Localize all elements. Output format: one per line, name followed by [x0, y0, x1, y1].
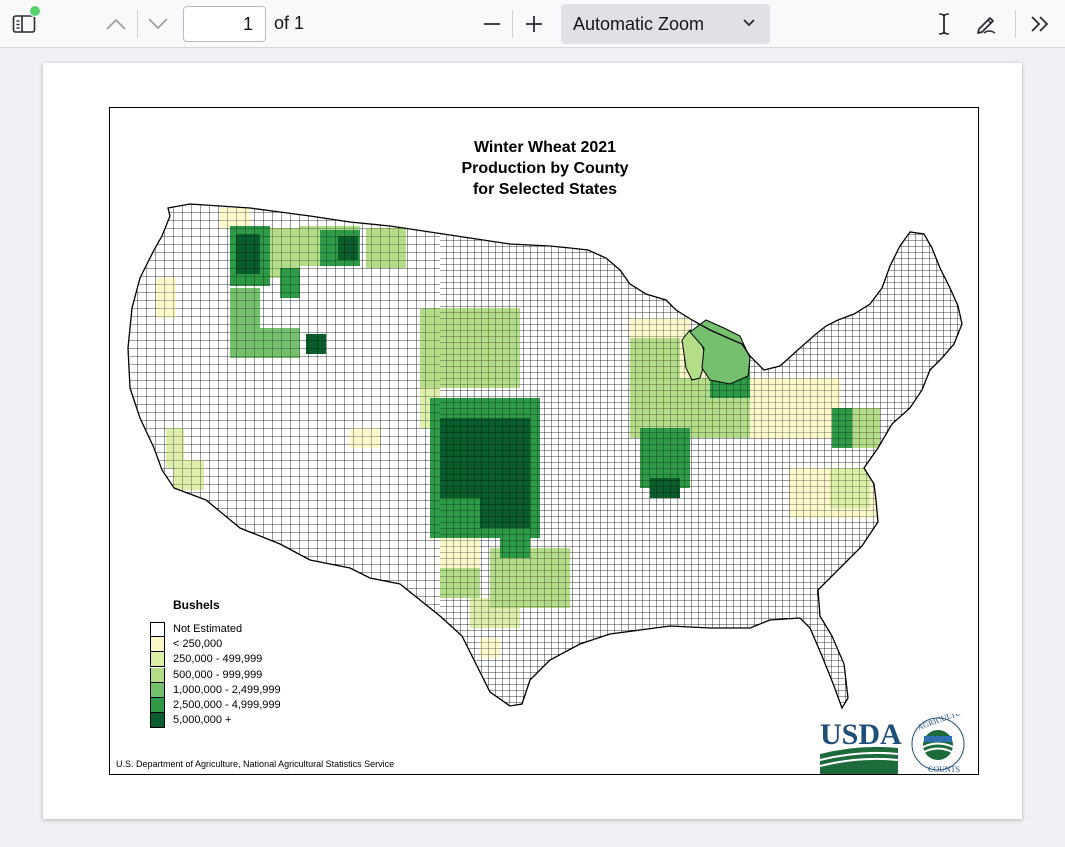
svg-text:COUNTS: COUNTS: [928, 765, 960, 774]
zoom-select-value: Automatic Zoom: [573, 14, 705, 34]
chevron-up-icon: [106, 18, 126, 30]
map-title-line-3: for Selected States: [472, 181, 618, 198]
toolbar-divider: [512, 10, 513, 38]
legend-label: 1,000,000 - 2,499,999: [173, 683, 281, 696]
sidebar-toggle-icon: [12, 15, 36, 33]
legend-title: Bushels: [173, 598, 220, 612]
pdf-toolbar: of 1 Automatic Zoom: [0, 0, 1065, 48]
legend-swatch: [150, 622, 165, 637]
text-cursor-icon: [938, 13, 950, 35]
legend-label: < 250,000: [173, 638, 223, 651]
legend-swatch: [150, 713, 165, 729]
draw-tool-button[interactable]: [970, 8, 1002, 40]
legend-label: 5,000,000 +: [173, 714, 232, 727]
pdf-viewer-container[interactable]: Winter Wheat 2021 Production by County f…: [0, 49, 1065, 847]
legend-label: 2,500,000 - 4,999,999: [173, 698, 281, 711]
previous-page-button[interactable]: [100, 8, 132, 40]
usda-logo: USDA AGRICULTURE COUNTS: [820, 714, 972, 774]
chevron-down-icon: [743, 19, 755, 27]
legend-item: 250,000 - 499,999: [150, 652, 262, 668]
chevron-down-icon: [148, 18, 168, 30]
plus-icon: [526, 16, 542, 32]
svg-text:AGRICULTURE: AGRICULTURE: [916, 714, 972, 732]
zoom-out-button[interactable]: [476, 8, 508, 40]
zoom-in-button[interactable]: [518, 8, 550, 40]
notification-dot: [29, 5, 41, 17]
legend-item: 500,000 - 999,999: [150, 667, 262, 683]
pen-icon: [977, 17, 996, 34]
legend-label: 500,000 - 999,999: [173, 668, 263, 681]
minus-icon: [484, 23, 500, 25]
map-legend: Bushels Not Estimated < 250,000 250,000 …: [150, 598, 281, 729]
legend-label: 250,000 - 499,999: [173, 653, 263, 666]
legend-item: 1,000,000 - 2,499,999: [150, 682, 281, 698]
zoom-select[interactable]: Automatic Zoom: [561, 4, 770, 44]
page-number-input[interactable]: [183, 6, 266, 42]
more-tools-button[interactable]: [1024, 8, 1056, 40]
page-count-label: of 1: [274, 13, 305, 33]
map-title-line-2: Production by County: [461, 160, 629, 177]
map-title-line-1: Winter Wheat 2021: [473, 139, 617, 156]
legend-swatch: [150, 697, 165, 713]
next-page-button[interactable]: [142, 8, 174, 40]
text-tool-button[interactable]: [928, 8, 960, 40]
source-credit: U.S. Department of Agriculture, National…: [116, 759, 395, 769]
double-chevron-right-icon: [1031, 16, 1049, 32]
legend-item: 5,000,000 +: [150, 713, 231, 729]
map-title: Winter Wheat 2021 Production by County f…: [110, 137, 980, 200]
svg-text:USDA: USDA: [820, 718, 902, 751]
pdf-page: Winter Wheat 2021 Production by County f…: [43, 63, 1022, 819]
legend-item: < 250,000: [150, 637, 223, 653]
legend-item: 2,500,000 - 4,999,999: [150, 697, 281, 713]
legend-swatch: [150, 682, 165, 698]
toolbar-divider: [1015, 10, 1016, 38]
legend-label: Not Estimated: [173, 623, 243, 635]
legend-swatch: [150, 637, 165, 653]
toolbar-divider: [137, 10, 138, 38]
map-figure: Winter Wheat 2021 Production by County f…: [109, 107, 979, 775]
legend-item: Not Estimated: [150, 622, 242, 637]
legend-swatch: [150, 652, 165, 668]
legend-swatch: [150, 667, 165, 683]
